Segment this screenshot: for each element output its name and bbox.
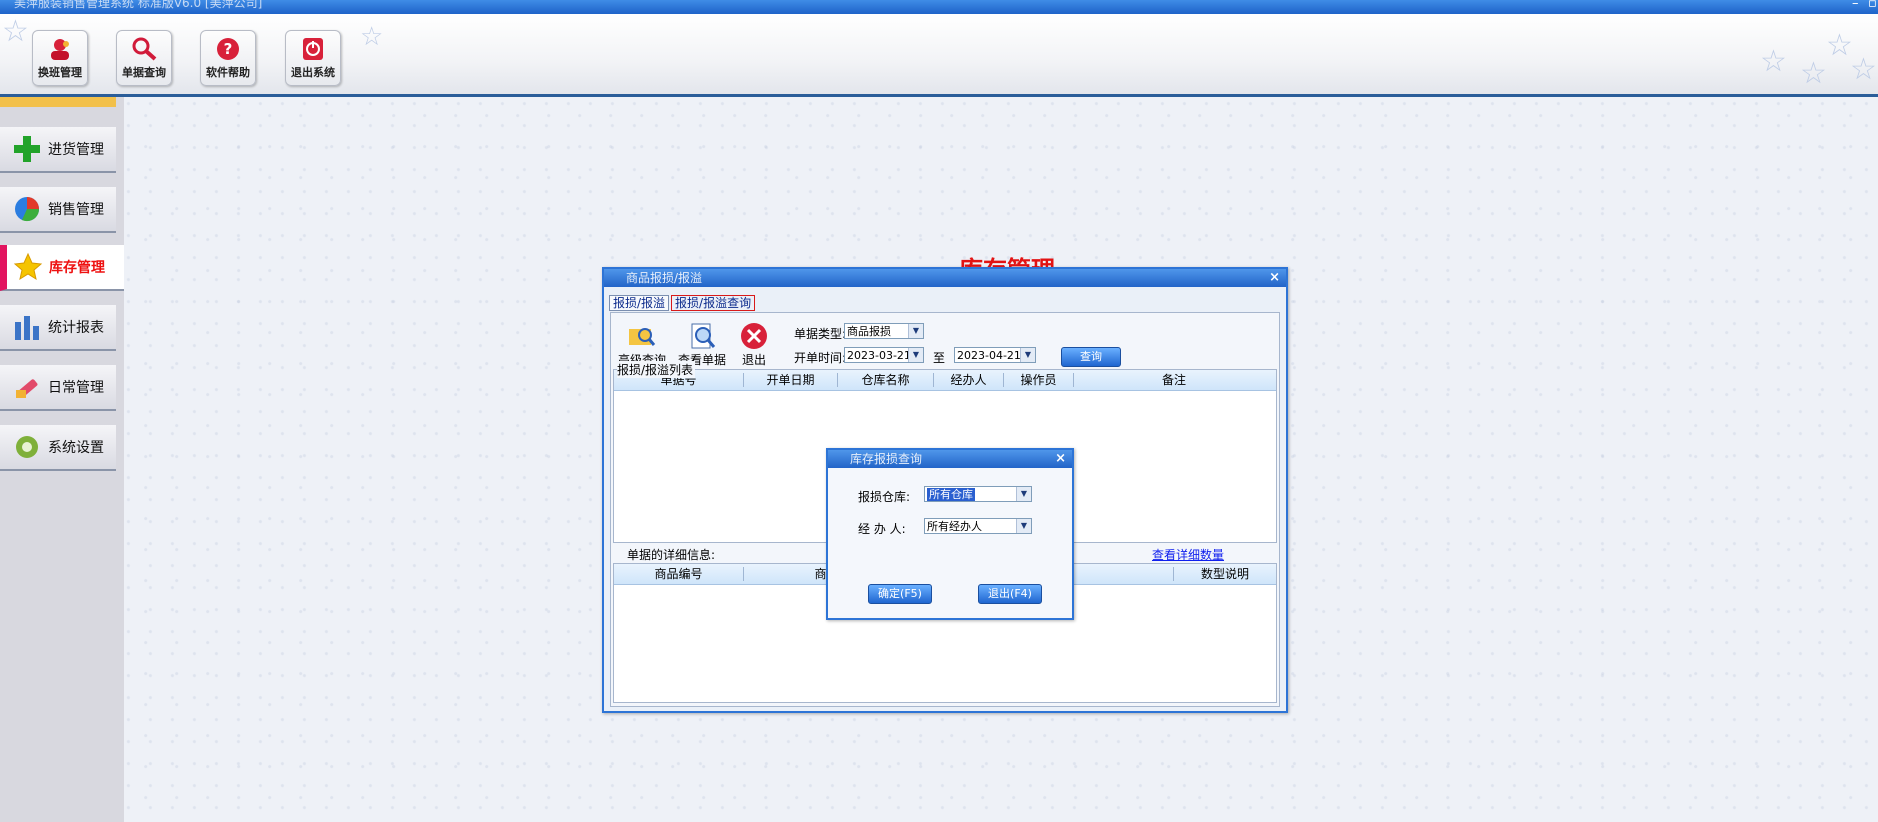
minimize-icon[interactable]: – [1852, 0, 1859, 10]
tab-loss-query[interactable]: 报损/报溢查询 [671, 295, 756, 311]
col-header[interactable]: 备注 [1074, 373, 1274, 387]
star-decoration-icon: ☆ [360, 22, 384, 52]
loss-window-titlebar: 商品报损/报溢 × [604, 269, 1286, 287]
document-search-icon [132, 37, 157, 61]
exit-dialog-button[interactable]: 退出(F4) [978, 584, 1042, 604]
warehouse-label: 报损仓库: [858, 490, 911, 504]
loss-list-title: 报损/报溢列表 [617, 361, 696, 378]
nav-item-settings[interactable]: 系统设置 [0, 425, 116, 471]
col-header[interactable]: 经办人 [934, 373, 1004, 387]
loss-tabs: 报损/报溢 报损/报溢查询 [609, 295, 757, 311]
exit-system-button[interactable]: 退出系统 [285, 30, 341, 86]
chevron-down-icon[interactable]: ▼ [908, 348, 923, 362]
cancel-icon [741, 323, 767, 349]
exit-button[interactable]: 退出 [729, 321, 779, 368]
bar-chart-icon [15, 316, 39, 340]
col-header[interactable]: 数型说明 [1174, 567, 1276, 581]
doc-type-select[interactable]: 商品报损 ▼ [844, 323, 924, 339]
close-icon[interactable]: × [1269, 269, 1280, 287]
chevron-down-icon[interactable]: ▼ [908, 324, 923, 338]
help-icon: ? [217, 38, 239, 60]
star-decoration-icon: ☆ [1850, 52, 1877, 87]
nav-item-reports[interactable]: 统计报表 [0, 305, 116, 351]
open-time-label: 开单时间: [794, 351, 847, 365]
date-to-picker[interactable]: 2023-04-21 ▼ [954, 347, 1036, 363]
nav-item-daily[interactable]: 日常管理 [0, 365, 116, 411]
nav-item-inventory[interactable]: 库存管理 [0, 245, 125, 291]
to-label: 至 [933, 351, 946, 365]
doc-type-label: 单据类型: [794, 327, 847, 341]
view-document-icon [691, 323, 716, 349]
view-detail-quantity-link[interactable]: 查看详细数量 [1152, 546, 1224, 563]
col-header[interactable]: 商品编号 [614, 567, 744, 581]
shift-change-button[interactable]: 换班管理 [32, 30, 88, 86]
title-bar: 美萍服装销售管理系统 标准版V6.0 [美萍公司] – ▫ [0, 0, 1878, 14]
close-icon[interactable]: × [1055, 450, 1066, 468]
chevron-down-icon[interactable]: ▼ [1020, 348, 1035, 362]
nav-item-purchase[interactable]: 进货管理 [0, 127, 116, 173]
gear-icon [16, 436, 38, 458]
handler-label: 经 办 人: [858, 522, 906, 536]
chevron-down-icon[interactable]: ▼ [1016, 487, 1031, 501]
ok-button[interactable]: 确定(F5) [868, 584, 932, 604]
plus-icon [14, 136, 40, 162]
tools-icon [16, 379, 38, 398]
col-header[interactable]: 仓库名称 [838, 373, 934, 387]
col-header[interactable]: 开单日期 [744, 373, 838, 387]
restore-icon[interactable]: ▫ [1868, 0, 1877, 10]
warehouse-select[interactable]: 所有仓库 ▼ [924, 486, 1032, 502]
svg-text:?: ? [224, 40, 233, 58]
loss-window-title: 商品报损/报溢 [626, 271, 703, 285]
query-button[interactable]: 查询 [1061, 347, 1121, 367]
left-nav: 进货管理 销售管理 库存管理 统计报表 日常管理 系统设置 [0, 97, 130, 822]
nav-top-strip [0, 97, 116, 107]
nav-item-sales[interactable]: 销售管理 [0, 187, 116, 233]
col-header[interactable]: 操作员 [1004, 373, 1074, 387]
window-title: 美萍服装销售管理系统 标准版V6.0 [美萍公司] [14, 0, 263, 10]
star-decoration-icon: ☆ [1800, 56, 1827, 91]
star-decoration-icon: ☆ [1826, 28, 1853, 63]
pie-icon [15, 197, 40, 222]
loss-list-header: 单据号 开单日期 仓库名称 经办人 操作员 备注 [614, 370, 1276, 391]
date-from-picker[interactable]: 2023-03-21 ▼ [844, 347, 924, 363]
dialog-title: 库存报损查询 [850, 452, 923, 466]
help-button[interactable]: ? 软件帮助 [200, 30, 256, 86]
shift-change-icon [51, 39, 69, 60]
chevron-down-icon[interactable]: ▼ [1016, 519, 1031, 533]
star-decoration-icon: ☆ [2, 14, 29, 49]
toolbar: ☆ ☆ ☆ ☆ ☆ ☆ 换班管理 单据查询 ? 软件帮助 退出系统 [0, 14, 1878, 97]
dialog-body: 报损仓库: 所有仓库 ▼ 经 办 人: 所有经办人 ▼ 确定(F5) 退出(F4… [828, 468, 1072, 616]
document-search-button[interactable]: 单据查询 [116, 30, 172, 86]
exit-icon [303, 38, 323, 60]
star-icon [13, 252, 43, 281]
dialog-titlebar: 库存报损查询 × [828, 450, 1072, 468]
inventory-loss-query-dialog: 库存报损查询 × 报损仓库: 所有仓库 ▼ 经 办 人: 所有经办人 ▼ 确定(… [826, 448, 1074, 620]
detail-label: 单据的详细信息: [627, 548, 716, 562]
folder-search-icon [629, 328, 656, 346]
handler-select[interactable]: 所有经办人 ▼ [924, 518, 1032, 534]
star-decoration-icon: ☆ [1760, 44, 1787, 79]
tab-loss-entry[interactable]: 报损/报溢 [609, 295, 670, 311]
